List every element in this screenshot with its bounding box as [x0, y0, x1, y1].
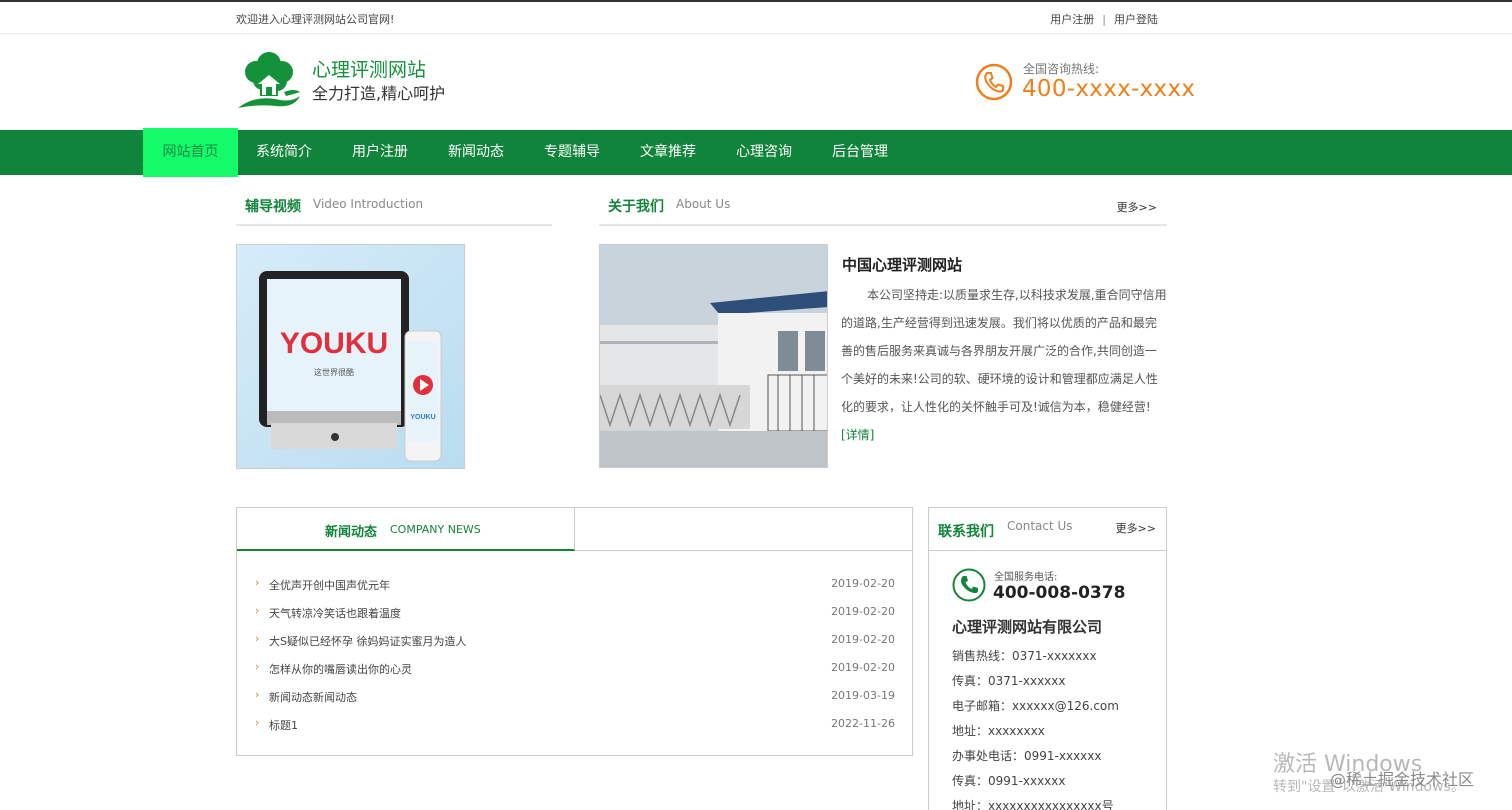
contact-email: 电子邮箱：xxxxxx@126.com	[952, 699, 1119, 713]
about-section-title: 关于我们	[608, 199, 664, 215]
main-nav: 网站首页 系统简介 用户注册 新闻动态 专题辅导 文章推荐 心理咨询 后台管理	[0, 128, 1512, 177]
youku-logo-text: YOUKU	[280, 327, 388, 360]
news-item-title[interactable]: 新闻动态新闻动态	[269, 689, 357, 705]
news-item-date: 2019-03-19	[831, 689, 895, 702]
contact-address: 地址：xxxxxxxx	[952, 724, 1045, 738]
nav-item-topics[interactable]: 专题辅导	[544, 130, 600, 175]
contact-office-address: 地址：xxxxxxxxxxxxxxxx号	[952, 799, 1114, 810]
top-bar: 欢迎进入心理评测网站公司官网! 用户注册 | 用户登陆	[0, 0, 1512, 34]
news-tab-divider	[575, 550, 913, 551]
contact-office-fax: 传真：0991-xxxxxx	[952, 774, 1066, 788]
contact-sales-hotline: 销售热线：0371-xxxxxxx	[952, 649, 1097, 663]
news-item-date: 2022-11-26	[831, 717, 895, 730]
hotline-number: 400-xxxx-xxxx	[1022, 76, 1196, 102]
svg-text:YOUKU: YOUKU	[410, 414, 435, 421]
register-link[interactable]: 用户注册	[1050, 13, 1094, 26]
news-item-title[interactable]: 标题1	[269, 717, 298, 733]
about-body: 本公司坚持走:以质量求生存,以科技求发展,重合同守信用的道路,生产经营得到迅速发…	[841, 281, 1167, 449]
welcome-text: 欢迎进入心理评测网站公司官网!	[236, 13, 395, 26]
about-heading: 中国心理评测网站	[842, 256, 963, 274]
site-name: 心理评测网站	[312, 59, 427, 81]
service-phone-label: 全国服务电话:	[994, 572, 1058, 583]
arrow-icon: ›	[255, 688, 260, 701]
news-tab-subtitle: COMPANY NEWS	[390, 523, 481, 536]
about-section-header: 关于我们 About Us 更多>>	[599, 175, 1167, 226]
contact-header: 联系我们 Contact Us 更多>>	[929, 508, 1166, 551]
nav-item-home[interactable]: 网站首页	[143, 128, 238, 177]
news-item-title[interactable]: 全优声开创中国声优元年	[269, 577, 390, 593]
nav-item-admin[interactable]: 后台管理	[832, 130, 888, 175]
news-tab-title: 新闻动态	[325, 525, 378, 540]
contact-subtitle: Contact Us	[1007, 519, 1073, 533]
nav-item-counseling[interactable]: 心理咨询	[736, 130, 792, 175]
news-item-date: 2019-02-20	[831, 577, 895, 590]
news-item-date: 2019-02-20	[831, 605, 895, 618]
contact-panel: 联系我们 Contact Us 更多>> 全国服务电话: 400-008-037…	[928, 507, 1167, 810]
news-item-title[interactable]: 怎样从你的嘴唇读出你的心灵	[269, 661, 412, 677]
about-section-subtitle: About Us	[676, 197, 731, 211]
news-item-date: 2019-02-20	[831, 633, 895, 646]
youku-slogan-text: 这世界很酷	[314, 367, 354, 377]
telephone-icon	[952, 568, 986, 602]
contact-more-link[interactable]: 更多>>	[1116, 520, 1156, 536]
top-links: 用户注册 | 用户登陆	[1050, 11, 1158, 27]
video-section-title: 辅导视频	[245, 199, 301, 215]
arrow-icon: ›	[255, 716, 260, 729]
house-tree-logo-icon[interactable]	[236, 52, 302, 112]
link-separator: |	[1102, 13, 1106, 26]
news-item[interactable]: › 标题1 2022-11-26	[255, 712, 895, 740]
video-section-header: 辅导视频 Video Introduction	[236, 175, 552, 226]
about-more-link[interactable]: 更多>>	[1117, 199, 1157, 215]
news-item[interactable]: › 天气转凉冷笑话也跟着温度 2019-02-20	[255, 600, 895, 628]
nav-item-intro[interactable]: 系统简介	[256, 130, 312, 175]
news-item[interactable]: › 全优声开创中国声优元年 2019-02-20	[255, 572, 895, 600]
news-item[interactable]: › 新闻动态新闻动态 2019-03-19	[255, 684, 895, 712]
service-phone-number: 400-008-0378	[993, 583, 1126, 603]
site-slogan: 全力打造,精心呵护	[312, 84, 446, 103]
contact-office-phone: 办事处电话：0991-xxxxxx	[952, 749, 1102, 763]
site-header: 心理评测网站 全力打造,精心呵护 全国咨询热线: 400-xxxx-xxxx	[0, 34, 1512, 130]
contact-info-list: 销售热线：0371-xxxxxxx 传真：0371-xxxxxx 电子邮箱：xx…	[952, 646, 1162, 810]
nav-item-articles[interactable]: 文章推荐	[640, 130, 696, 175]
login-link[interactable]: 用户登陆	[1114, 13, 1158, 26]
news-item-date: 2019-02-20	[831, 661, 895, 674]
company-building-image	[599, 244, 828, 468]
news-tab[interactable]: 新闻动态 COMPANY NEWS	[237, 508, 575, 551]
news-item-title[interactable]: 大S疑似已经怀孕 徐妈妈证实蜜月为造人	[269, 633, 466, 649]
arrow-icon: ›	[255, 660, 260, 673]
contact-title: 联系我们	[938, 524, 994, 540]
video-thumbnail[interactable]: YOUKU 这世界很酷 YOUKU	[236, 244, 465, 469]
arrow-icon: ›	[255, 604, 260, 617]
nav-item-register[interactable]: 用户注册	[352, 130, 408, 175]
contact-fax: 传真：0371-xxxxxx	[952, 674, 1066, 688]
hotline-label: 全国咨询热线:	[1023, 62, 1100, 76]
news-item[interactable]: › 大S疑似已经怀孕 徐妈妈证实蜜月为造人 2019-02-20	[255, 628, 895, 656]
news-list: › 全优声开创中国声优元年 2019-02-20 › 天气转凉冷笑话也跟着温度 …	[255, 572, 895, 740]
arrow-icon: ›	[255, 632, 260, 645]
news-item-title[interactable]: 天气转凉冷笑话也跟着温度	[269, 605, 401, 621]
phone-circle-icon	[975, 63, 1013, 101]
about-body-text: 本公司坚持走:以质量求生存,以科技求发展,重合同守信用的道路,生产经营得到迅速发…	[841, 288, 1167, 414]
youku-promo-image: YOUKU 这世界很酷 YOUKU	[237, 245, 464, 468]
nav-item-news[interactable]: 新闻动态	[448, 130, 504, 175]
arrow-icon: ›	[255, 576, 260, 589]
community-watermark: @稀土掘金技术社区	[1330, 770, 1475, 789]
video-section-subtitle: Video Introduction	[313, 197, 424, 211]
about-detail-link[interactable]: [详情]	[841, 428, 874, 442]
news-item[interactable]: › 怎样从你的嘴唇读出你的心灵 2019-02-20	[255, 656, 895, 684]
company-name: 心理评测网站有限公司	[952, 618, 1103, 636]
news-panel: 新闻动态 COMPANY NEWS › 全优声开创中国声优元年 2019-02-…	[236, 507, 913, 756]
